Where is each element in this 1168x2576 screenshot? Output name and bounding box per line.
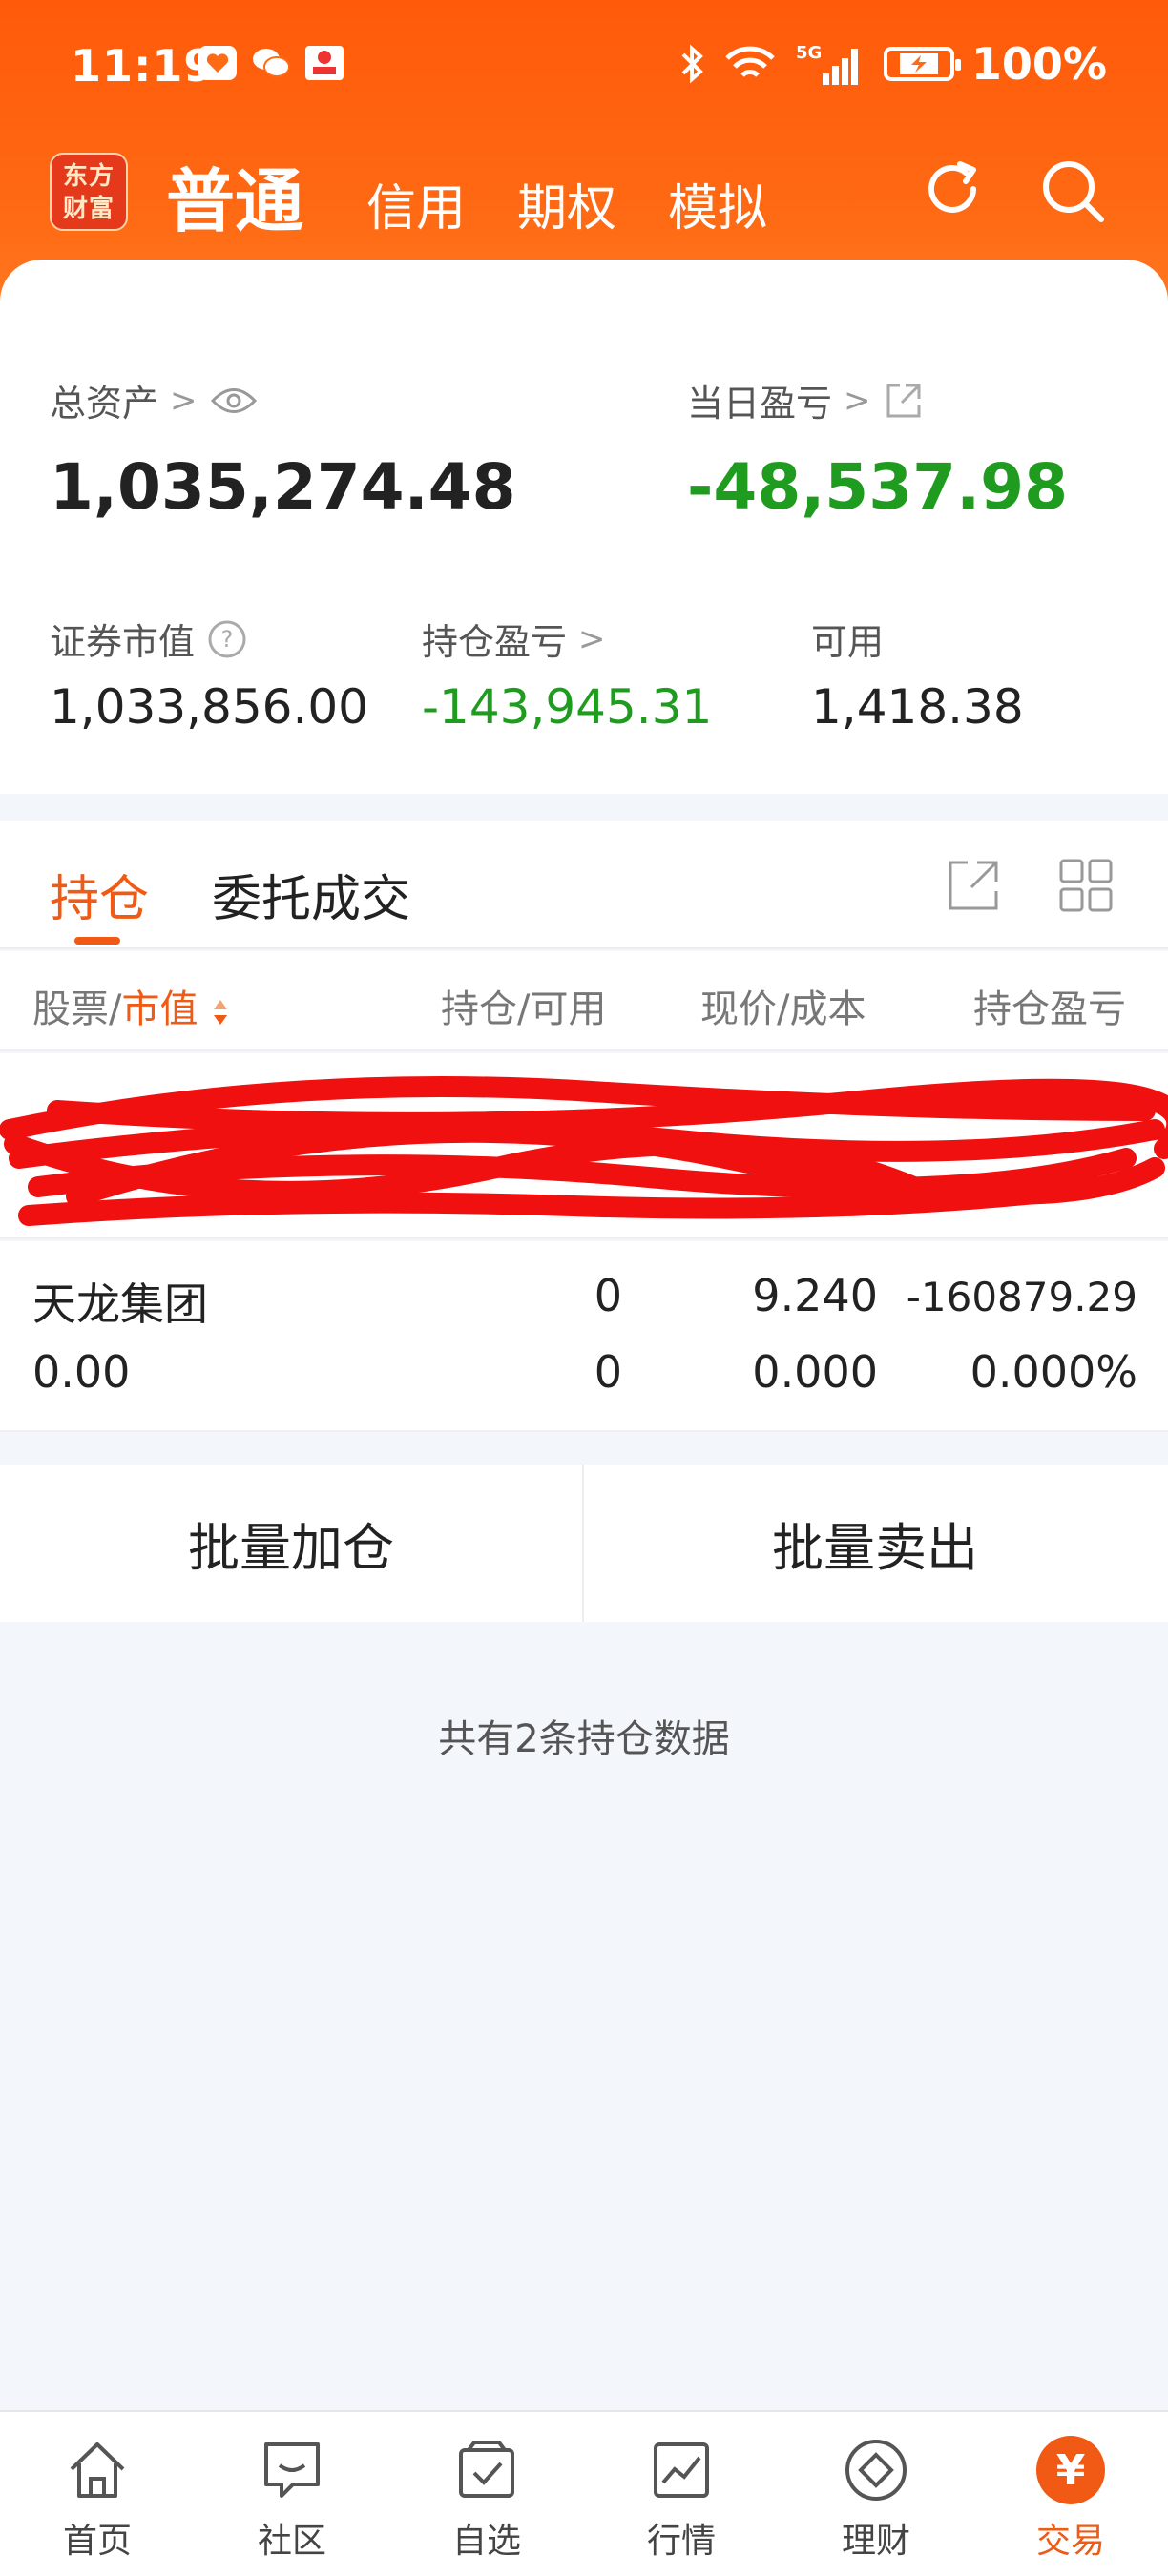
asset-summary-card: 总资产 > 1,035,274.48 当日盈亏 > -48,537.98 证券市… <box>0 260 1168 794</box>
available-value: 1,418.38 <box>811 679 1024 735</box>
trading-page: 11:19 5G 100% 东方 财富 普通 信用 期权 模拟 总资产 > 1,… <box>0 0 1168 2576</box>
tab-normal-account[interactable]: 普通 <box>166 145 303 245</box>
home-icon <box>62 2435 133 2505</box>
eye-icon[interactable] <box>209 384 259 417</box>
export-icon[interactable] <box>945 857 1002 914</box>
market-value-label-row: 证券市值 ? <box>50 613 248 665</box>
status-right: 5G 100% <box>679 38 1107 90</box>
help-icon[interactable]: ? <box>206 618 248 660</box>
holdings-count-text: 共有2条持仓数据 <box>438 1717 730 1761</box>
health-app-icon <box>198 46 237 80</box>
nav-wealth[interactable]: 理财 <box>779 2412 973 2576</box>
available-label: 可用 <box>811 621 885 663</box>
svg-text:?: ? <box>221 626 234 653</box>
nav-market[interactable]: 行情 <box>584 2412 779 2576</box>
app-notification-icon <box>305 46 344 80</box>
status-time: 11:19 <box>71 40 216 92</box>
holding-pnl: -160879.29 <box>906 1274 1137 1320</box>
nav-community[interactable]: 社区 <box>195 2412 389 2576</box>
sort-arrows-icon[interactable] <box>210 994 231 1028</box>
chevron-right-icon: > <box>170 381 198 420</box>
holdings-table-header: 股票/市值 持仓/可用 现价/成本 持仓盈亏 <box>0 951 1168 1051</box>
tab-orders[interactable]: 委托成交 <box>212 859 410 930</box>
batch-actions: 批量加仓 批量卖出 <box>0 1465 1168 1622</box>
column-stock: 股票/市值 <box>32 978 231 1033</box>
nav-trade[interactable]: ¥ 交易 <box>973 2412 1168 2576</box>
tab-options[interactable]: 期权 <box>517 168 616 239</box>
table-row[interactable]: 天龙集团 0.00 0 0 9.240 0.000 -160879.29 0.0… <box>0 1241 1168 1432</box>
current-price: 9.240 <box>752 1270 878 1321</box>
tab-credit[interactable]: 信用 <box>366 168 466 239</box>
batch-sell-button[interactable]: 批量卖出 <box>584 1465 1166 1622</box>
share-icon[interactable] <box>883 380 925 422</box>
holding-shares: 0 <box>594 1270 622 1321</box>
holdings-tabs: 持仓 委托成交 <box>0 821 1168 949</box>
table-row-redacted[interactable] <box>0 1053 1168 1239</box>
column-pnl: 持仓盈亏 <box>973 987 1126 1031</box>
chevron-right-icon: > <box>844 381 871 420</box>
market-value: 1,033,856.00 <box>50 679 368 735</box>
search-icon[interactable] <box>1038 156 1107 225</box>
battery-percent: 100% <box>970 38 1107 90</box>
position-pnl-label: 持仓盈亏 <box>422 621 568 663</box>
battery-icon <box>883 47 961 81</box>
community-icon <box>257 2435 327 2505</box>
nav-watchlist[interactable]: 自选 <box>389 2412 584 2576</box>
position-pnl-label-row[interactable]: 持仓盈亏 > <box>422 613 606 665</box>
status-bar: 11:19 5G 100% <box>0 0 1168 124</box>
eastmoney-logo[interactable]: 东方 财富 <box>50 153 128 231</box>
trade-icon: ¥ <box>1035 2435 1106 2505</box>
stock-market-value: 0.00 <box>32 1346 131 1398</box>
top-nav: 东方 财富 普通 信用 期权 模拟 <box>0 143 1168 248</box>
column-shares: 持仓/可用 <box>441 987 607 1031</box>
wealth-icon <box>841 2435 911 2505</box>
position-pnl-value: -143,945.31 <box>422 679 713 735</box>
bottom-nav: 首页 社区 自选 行情 理财 ¥ 交易 <box>0 2410 1168 2576</box>
daily-pnl-label-row[interactable]: 当日盈亏 > <box>687 374 925 426</box>
total-assets-value: 1,035,274.48 <box>50 450 516 524</box>
wechat-icon <box>253 49 290 77</box>
stock-name: 天龙集团 <box>32 1278 208 1330</box>
column-price: 现价/成本 <box>700 987 866 1031</box>
market-icon <box>646 2435 717 2505</box>
signal-5g-icon: 5G <box>796 43 858 85</box>
bluetooth-icon <box>681 44 703 84</box>
watchlist-icon <box>451 2435 522 2505</box>
daily-pnl-label: 当日盈亏 <box>687 383 833 425</box>
market-value-label: 证券市值 <box>50 621 196 663</box>
available-shares: 0 <box>594 1346 622 1398</box>
batch-add-button[interactable]: 批量加仓 <box>0 1465 582 1622</box>
sort-market-value[interactable]: 市值 <box>121 987 198 1031</box>
daily-pnl-value: -48,537.98 <box>687 450 1068 524</box>
grid-view-icon[interactable] <box>1057 857 1115 914</box>
nav-home[interactable]: 首页 <box>0 2412 195 2576</box>
total-assets-label-row[interactable]: 总资产 > <box>50 374 259 426</box>
holding-pnl-percent: 0.000% <box>970 1346 1137 1398</box>
available-label-row: 可用 <box>811 613 884 665</box>
redaction-scribble <box>0 1076 1168 1226</box>
total-assets-label: 总资产 <box>50 383 159 425</box>
chevron-right-icon: > <box>578 619 606 658</box>
svg-text:5G: 5G <box>796 43 822 63</box>
tab-active-indicator <box>74 937 120 945</box>
wifi-icon <box>725 46 775 77</box>
cost-price: 0.000 <box>752 1346 878 1398</box>
tab-holdings[interactable]: 持仓 <box>50 859 149 930</box>
tab-simulation[interactable]: 模拟 <box>668 168 767 239</box>
refresh-icon[interactable] <box>918 155 987 223</box>
